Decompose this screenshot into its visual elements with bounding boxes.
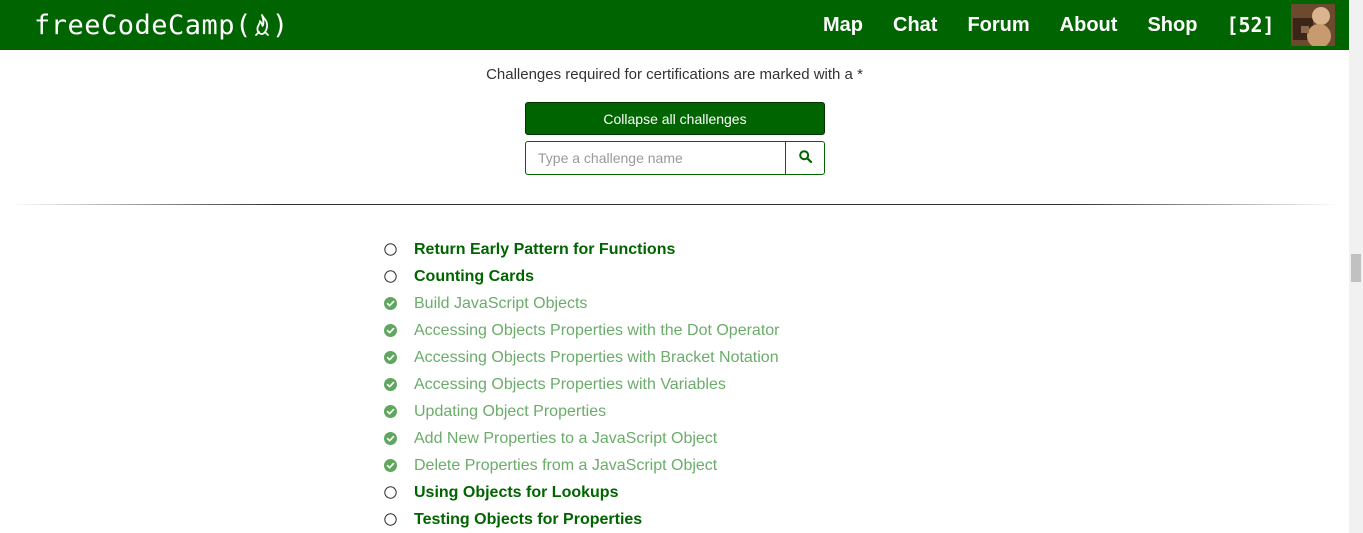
empty-circle-icon bbox=[384, 270, 397, 283]
challenge-link[interactable]: Updating Object Properties bbox=[414, 403, 606, 421]
challenge-link[interactable]: Counting Cards bbox=[414, 268, 534, 286]
challenge-row[interactable]: Add New Properties to a JavaScript Objec… bbox=[384, 425, 780, 452]
challenge-row[interactable]: Updating Object Properties bbox=[384, 398, 780, 425]
user-avatar[interactable] bbox=[1290, 4, 1335, 46]
check-circle-icon bbox=[384, 459, 397, 472]
nav-link-about[interactable]: About bbox=[1045, 14, 1133, 37]
check-circle-icon bbox=[384, 324, 397, 337]
challenge-link[interactable]: Add New Properties to a JavaScript Objec… bbox=[414, 430, 717, 448]
challenge-row[interactable]: Return Early Pattern for Functions bbox=[384, 236, 780, 263]
brand-text-right: ) bbox=[271, 9, 289, 41]
points-counter[interactable]: [52] bbox=[1212, 13, 1290, 37]
search-button[interactable] bbox=[785, 141, 825, 175]
search-input[interactable] bbox=[525, 141, 785, 175]
nav-link-map[interactable]: Map bbox=[808, 14, 878, 37]
certification-note: Challenges required for certifications a… bbox=[486, 66, 863, 83]
check-circle-icon bbox=[384, 297, 397, 310]
challenge-row[interactable]: Testing Objects for Properties bbox=[384, 506, 780, 533]
nav-links: Map Chat Forum About Shop [52] bbox=[808, 0, 1335, 50]
section-divider bbox=[10, 204, 1339, 205]
challenge-row[interactable]: Delete Properties from a JavaScript Obje… bbox=[384, 452, 780, 479]
challenge-row[interactable]: Accessing Objects Properties with Variab… bbox=[384, 371, 780, 398]
page-scrollbar[interactable] bbox=[1349, 0, 1363, 533]
search-icon bbox=[798, 150, 812, 166]
challenge-link[interactable]: Using Objects for Lookups bbox=[414, 484, 618, 502]
top-navbar: freeCodeCamp( ) Map Chat Forum About Sho… bbox=[0, 0, 1349, 50]
empty-circle-icon bbox=[384, 243, 397, 256]
brand-logo[interactable]: freeCodeCamp( ) bbox=[34, 10, 289, 41]
challenge-row[interactable]: Counting Cards bbox=[384, 263, 780, 290]
challenge-row[interactable]: Using Objects for Lookups bbox=[384, 479, 780, 506]
check-circle-icon bbox=[384, 378, 397, 391]
collapse-all-button[interactable]: Collapse all challenges bbox=[525, 102, 825, 135]
challenge-link[interactable]: Testing Objects for Properties bbox=[414, 511, 642, 529]
challenge-link[interactable]: Build JavaScript Objects bbox=[414, 295, 587, 313]
fire-icon bbox=[253, 13, 271, 37]
nav-link-forum[interactable]: Forum bbox=[952, 14, 1044, 37]
challenge-link[interactable]: Return Early Pattern for Functions bbox=[414, 241, 675, 259]
check-circle-icon bbox=[384, 351, 397, 364]
challenge-row[interactable]: Accessing Objects Properties with Bracke… bbox=[384, 344, 780, 371]
check-circle-icon bbox=[384, 432, 397, 445]
empty-circle-icon bbox=[384, 513, 397, 526]
challenge-row[interactable]: Build JavaScript Objects bbox=[384, 290, 780, 317]
brand-text-left: freeCodeCamp( bbox=[34, 9, 252, 41]
challenge-row[interactable]: Accessing Objects Properties with the Do… bbox=[384, 317, 780, 344]
check-circle-icon bbox=[384, 405, 397, 418]
nav-link-chat[interactable]: Chat bbox=[878, 14, 952, 37]
challenge-link[interactable]: Delete Properties from a JavaScript Obje… bbox=[414, 457, 717, 475]
empty-circle-icon bbox=[384, 486, 397, 499]
challenge-link[interactable]: Accessing Objects Properties with Bracke… bbox=[414, 349, 779, 367]
scrollbar-thumb[interactable] bbox=[1351, 254, 1361, 282]
nav-link-shop[interactable]: Shop bbox=[1132, 14, 1212, 37]
challenge-link[interactable]: Accessing Objects Properties with the Do… bbox=[414, 322, 780, 340]
challenge-link[interactable]: Accessing Objects Properties with Variab… bbox=[414, 376, 726, 394]
challenge-list: Return Early Pattern for Functions Count… bbox=[384, 236, 780, 533]
challenge-search bbox=[525, 141, 825, 175]
